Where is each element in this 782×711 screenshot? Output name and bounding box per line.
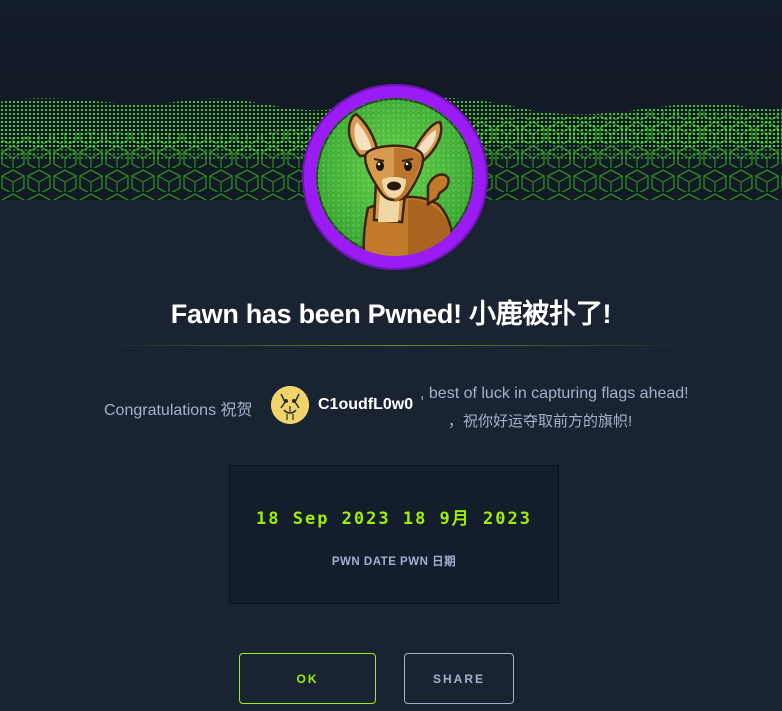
machine-avatar-ring [302, 84, 488, 270]
luck-message-en: , best of luck in capturing flags ahead! [420, 385, 689, 402]
luck-message-zh: ，祝你好运夺取前方的旗帜! [448, 413, 633, 430]
ok-button[interactable]: OK [239, 653, 376, 704]
user-avatar [271, 386, 309, 424]
pwn-date-card: 18 Sep 2023 18 9月 2023 PWN DATE PWN 日期 [229, 465, 559, 604]
share-button[interactable]: SHARE [404, 653, 514, 704]
pwn-date-value: 18 Sep 2023 18 9月 2023 [256, 509, 532, 529]
pwned-title: Fawn has been Pwned! 小鹿被扑了! [170, 299, 612, 329]
pwn-date-label: PWN DATE PWN 日期 [331, 556, 457, 568]
pwned-modal: Fawn has been Pwned! 小鹿被扑了! Congratulati… [0, 0, 782, 711]
username[interactable]: C1oudfL0w0 [318, 396, 413, 414]
congrats-text: Congratulations 祝贺 [104, 402, 253, 419]
user-avatar-icon [271, 386, 309, 424]
fawn-deer-icon [316, 98, 474, 256]
title-divider [100, 345, 690, 346]
machine-avatar [316, 98, 474, 256]
